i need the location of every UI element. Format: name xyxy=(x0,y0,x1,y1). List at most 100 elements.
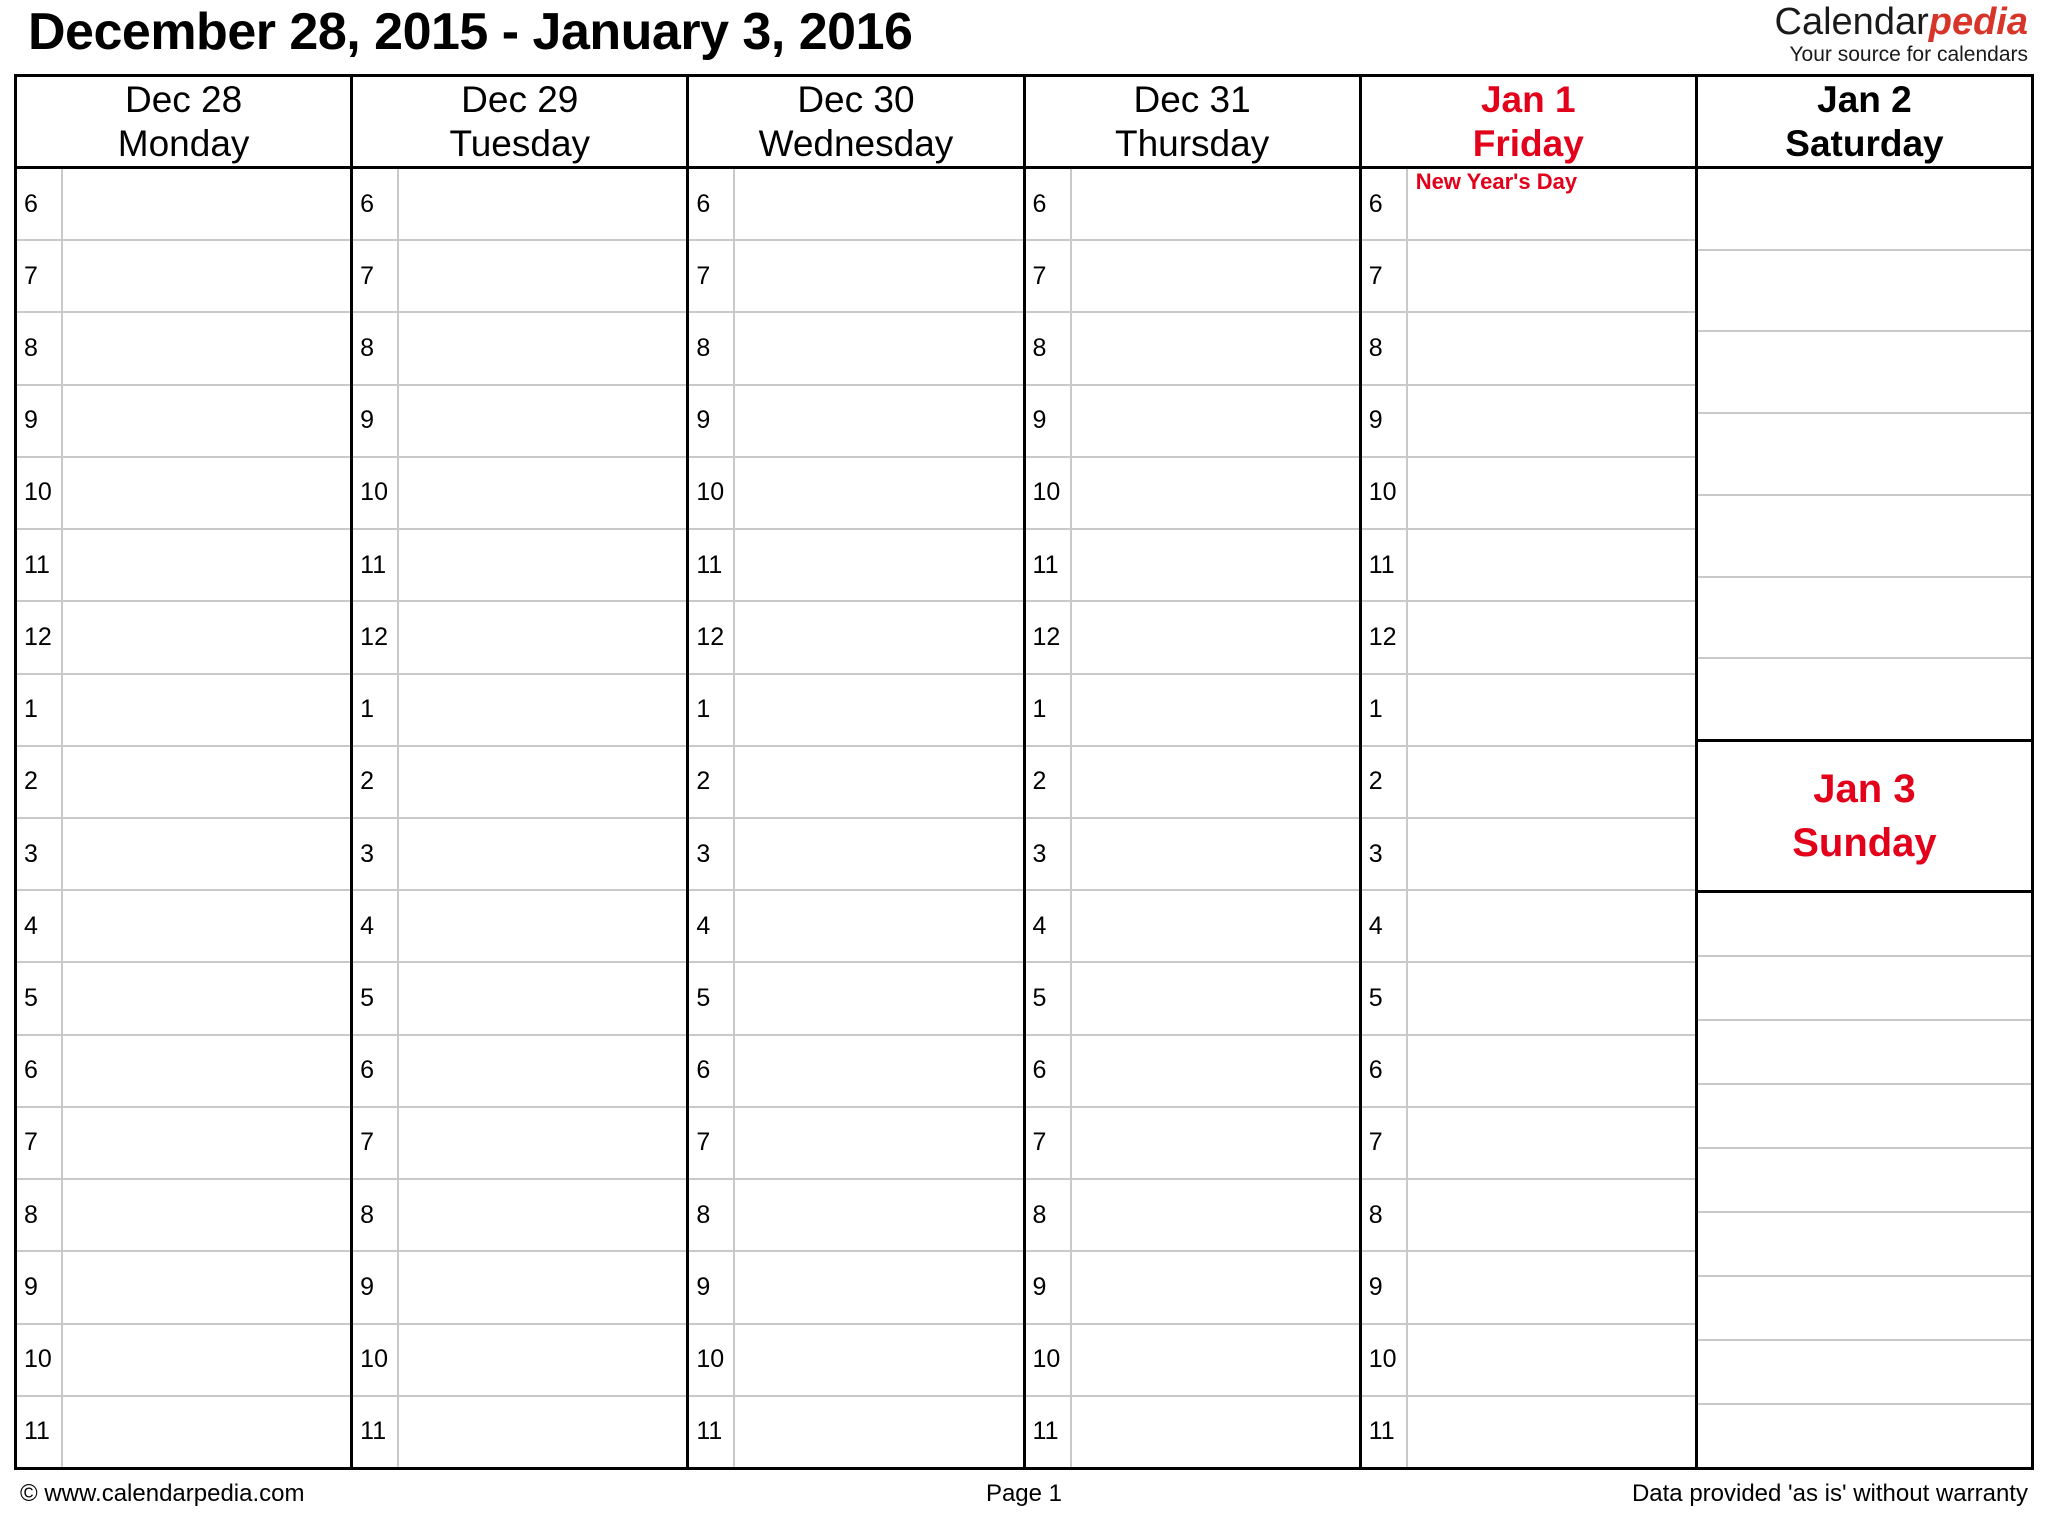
hour-slot[interactable] xyxy=(1072,1180,1359,1250)
weekend-slot[interactable] xyxy=(1697,414,2032,496)
footer-copyright[interactable]: © www.calendarpedia.com xyxy=(20,1480,683,1508)
hour-slot[interactable] xyxy=(1408,241,1695,311)
hour-slot[interactable] xyxy=(399,819,686,889)
hour-slot[interactable] xyxy=(63,1325,350,1395)
hour-slot[interactable] xyxy=(63,747,350,817)
weekend-slot[interactable] xyxy=(1697,1277,2032,1341)
weekend-slot[interactable] xyxy=(1698,1405,2031,1467)
hour-slot[interactable] xyxy=(399,747,686,817)
calendarpedia-logo[interactable]: Calendarpedia Your source for calendars xyxy=(1775,0,2034,68)
hour-slot[interactable] xyxy=(63,1180,350,1250)
hour-slot[interactable] xyxy=(399,169,686,239)
hour-slot[interactable] xyxy=(1072,169,1359,239)
weekend-slot[interactable] xyxy=(1697,1021,2032,1085)
weekend-slot[interactable] xyxy=(1697,496,2032,578)
hour-slot[interactable] xyxy=(1072,241,1359,311)
hour-slot[interactable] xyxy=(1072,963,1359,1033)
hour-slot[interactable] xyxy=(735,458,1022,528)
hour-slot[interactable] xyxy=(399,1108,686,1178)
hour-slot[interactable] xyxy=(399,313,686,383)
hour-slot[interactable] xyxy=(735,819,1022,889)
hour-slot[interactable] xyxy=(399,891,686,961)
hour-slot[interactable] xyxy=(1072,530,1359,600)
hour-slot[interactable] xyxy=(1072,1108,1359,1178)
hour-slot[interactable] xyxy=(1408,530,1695,600)
hour-slot[interactable] xyxy=(735,386,1022,456)
hour-slot[interactable] xyxy=(63,530,350,600)
hour-slot[interactable] xyxy=(63,819,350,889)
hour-slot[interactable] xyxy=(735,1180,1022,1250)
hour-slot[interactable] xyxy=(1072,386,1359,456)
hour-slot[interactable] xyxy=(63,1108,350,1178)
weekend-slot[interactable] xyxy=(1697,893,2032,957)
hour-slot[interactable] xyxy=(399,1397,686,1467)
hour-slot[interactable] xyxy=(1408,675,1695,745)
hour-slot[interactable] xyxy=(1072,747,1359,817)
hour-slot[interactable] xyxy=(1072,602,1359,672)
hour-slot[interactable] xyxy=(1408,1108,1695,1178)
hour-slot[interactable] xyxy=(1408,1036,1695,1106)
hour-slot[interactable] xyxy=(1072,313,1359,383)
hour-slot[interactable] xyxy=(735,1252,1022,1322)
hour-slot[interactable] xyxy=(735,675,1022,745)
hour-slot[interactable] xyxy=(735,602,1022,672)
hour-slot[interactable] xyxy=(63,1252,350,1322)
hour-slot[interactable] xyxy=(735,1397,1022,1467)
hour-slot[interactable] xyxy=(1072,675,1359,745)
hour-slot[interactable] xyxy=(735,169,1022,239)
hour-slot[interactable] xyxy=(63,458,350,528)
hour-slot[interactable] xyxy=(399,458,686,528)
hour-slot[interactable] xyxy=(1072,1325,1359,1395)
hour-slot[interactable] xyxy=(1408,602,1695,672)
hour-slot[interactable] xyxy=(1408,747,1695,817)
hour-slot[interactable] xyxy=(1408,819,1695,889)
hour-slot[interactable] xyxy=(735,1108,1022,1178)
weekend-slot[interactable] xyxy=(1697,957,2032,1021)
hour-slot[interactable] xyxy=(399,675,686,745)
weekend-slot[interactable] xyxy=(1698,659,2031,739)
hour-slot[interactable] xyxy=(735,241,1022,311)
weekend-slot[interactable] xyxy=(1697,251,2032,333)
hour-slot[interactable] xyxy=(63,675,350,745)
hour-slot[interactable] xyxy=(399,1252,686,1322)
hour-slot[interactable] xyxy=(735,1036,1022,1106)
hour-slot[interactable] xyxy=(1072,819,1359,889)
hour-slot[interactable] xyxy=(63,386,350,456)
hour-slot[interactable] xyxy=(399,963,686,1033)
hour-slot[interactable] xyxy=(1408,1180,1695,1250)
hour-slot[interactable] xyxy=(399,602,686,672)
weekend-slot[interactable] xyxy=(1697,1149,2032,1213)
hour-slot[interactable] xyxy=(1408,386,1695,456)
hour-slot[interactable] xyxy=(399,386,686,456)
hour-slot[interactable] xyxy=(1072,1397,1359,1467)
weekend-slot[interactable] xyxy=(1697,169,2032,251)
hour-slot[interactable] xyxy=(63,891,350,961)
weekend-slot[interactable] xyxy=(1697,1341,2032,1405)
hour-slot[interactable] xyxy=(1072,1252,1359,1322)
hour-slot[interactable]: New Year's Day xyxy=(1408,169,1695,239)
hour-slot[interactable] xyxy=(735,1325,1022,1395)
hour-slot[interactable] xyxy=(399,1325,686,1395)
hour-slot[interactable] xyxy=(735,963,1022,1033)
hour-slot[interactable] xyxy=(1408,1252,1695,1322)
hour-slot[interactable] xyxy=(63,1397,350,1467)
hour-slot[interactable] xyxy=(399,241,686,311)
hour-slot[interactable] xyxy=(63,313,350,383)
hour-slot[interactable] xyxy=(1408,891,1695,961)
event-new-years-day[interactable]: New Year's Day xyxy=(1416,169,1577,195)
hour-slot[interactable] xyxy=(1408,313,1695,383)
hour-slot[interactable] xyxy=(1072,891,1359,961)
hour-slot[interactable] xyxy=(1408,963,1695,1033)
hour-slot[interactable] xyxy=(63,241,350,311)
hour-slot[interactable] xyxy=(399,530,686,600)
hour-slot[interactable] xyxy=(63,169,350,239)
hour-slot[interactable] xyxy=(735,530,1022,600)
hour-slot[interactable] xyxy=(63,1036,350,1106)
hour-slot[interactable] xyxy=(63,602,350,672)
hour-slot[interactable] xyxy=(1072,458,1359,528)
weekend-slot[interactable] xyxy=(1697,578,2032,660)
hour-slot[interactable] xyxy=(735,747,1022,817)
hour-slot[interactable] xyxy=(399,1180,686,1250)
hour-slot[interactable] xyxy=(1408,1397,1695,1467)
weekend-slot[interactable] xyxy=(1697,1085,2032,1149)
